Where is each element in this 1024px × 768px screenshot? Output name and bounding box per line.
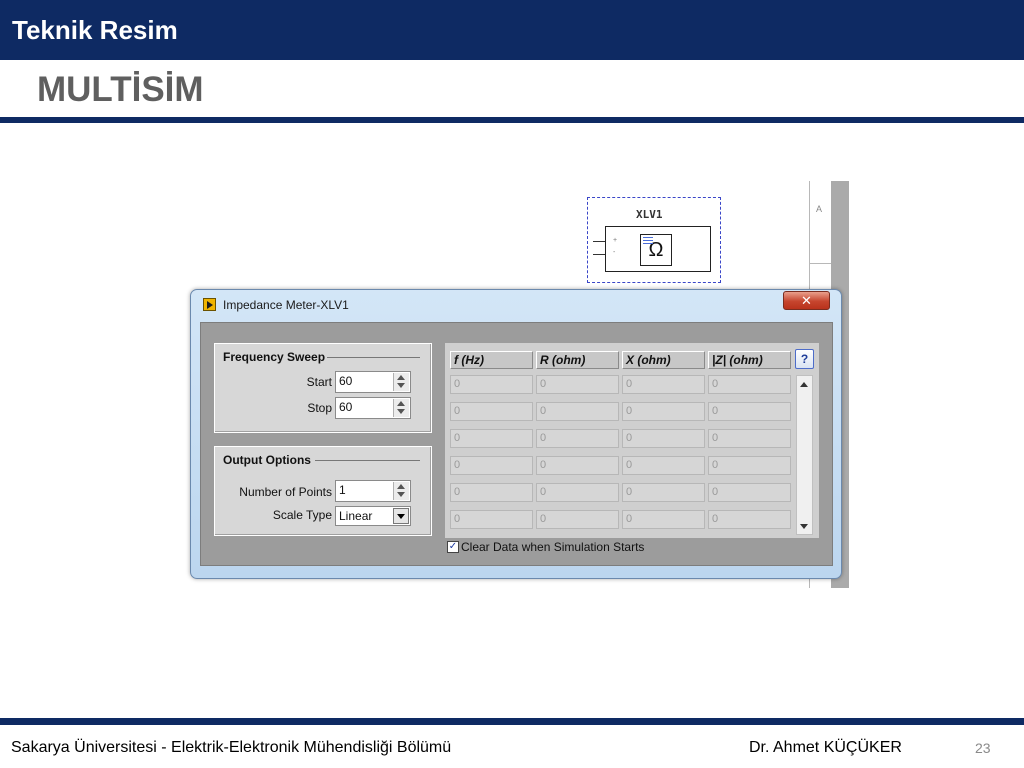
column-header-resistance: R (ohm) — [536, 351, 619, 369]
clear-data-checkbox[interactable]: ✓ — [447, 541, 459, 553]
frequency-sweep-group: Frequency Sweep Start 60 Stop 60 — [214, 343, 432, 433]
pin-minus-label: - — [613, 249, 616, 256]
column-header-impedance: |Z| (ohm) — [708, 351, 791, 369]
table-cell: 0 — [708, 375, 791, 394]
impedance-meter-icon: Ω — [640, 234, 672, 266]
table-cell: 0 — [450, 429, 533, 448]
table-scrollbar[interactable] — [796, 375, 813, 535]
scale-type-value: Linear — [339, 509, 373, 523]
spin-up-icon[interactable] — [397, 401, 405, 406]
footer-author: Dr. Ahmet KÜÇÜKER — [749, 739, 902, 756]
stop-label: Stop — [307, 401, 332, 415]
labview-app-icon — [203, 298, 216, 311]
pin-plus[interactable] — [593, 241, 605, 242]
heading-divider — [0, 117, 1024, 123]
group-divider — [315, 357, 420, 358]
instrument-label: XLV1 — [636, 208, 663, 221]
number-of-points-label: Number of Points — [239, 485, 332, 499]
column-header-reactance: X (ohm) — [622, 351, 705, 369]
table-cell: 0 — [708, 510, 791, 529]
sheet-border-tick — [809, 263, 831, 264]
table-cell: 0 — [450, 483, 533, 502]
footer-institution: Sakarya Üniversitesi - Elektrik-Elektron… — [11, 739, 452, 756]
table-cell: 0 — [622, 510, 705, 529]
stop-value: 60 — [339, 400, 353, 414]
points-spinner[interactable] — [393, 482, 409, 500]
spin-down-icon[interactable] — [397, 492, 405, 497]
start-spinner[interactable] — [393, 373, 409, 391]
table-cell: 0 — [536, 402, 619, 421]
results-table: f (Hz) R (ohm) X (ohm) |Z| (ohm) ? 0 0 0… — [445, 343, 819, 538]
dialog-client-area: Frequency Sweep Start 60 Stop 60 Output … — [200, 322, 833, 566]
scroll-down-icon[interactable] — [800, 524, 808, 529]
table-cell: 0 — [622, 429, 705, 448]
output-options-group: Output Options Number of Points 1 Scale … — [214, 446, 432, 536]
help-button[interactable]: ? — [795, 349, 814, 369]
table-cell: 0 — [708, 429, 791, 448]
table-cell: 0 — [536, 429, 619, 448]
pin-plus-label: + — [613, 237, 618, 244]
table-cell: 0 — [536, 456, 619, 475]
table-cell: 0 — [622, 456, 705, 475]
spin-up-icon[interactable] — [397, 484, 405, 489]
table-cell: 0 — [622, 375, 705, 394]
start-input[interactable]: 60 — [335, 371, 411, 393]
scroll-up-icon[interactable] — [800, 382, 808, 387]
footer-divider — [0, 718, 1024, 725]
clear-data-label[interactable]: Clear Data when Simulation Starts — [461, 540, 644, 554]
frequency-sweep-title: Frequency Sweep — [223, 350, 328, 364]
table-cell: 0 — [450, 375, 533, 394]
spin-up-icon[interactable] — [397, 375, 405, 380]
header-bar: Teknik Resim — [0, 0, 1024, 60]
table-cell: 0 — [450, 510, 533, 529]
stop-spinner[interactable] — [393, 399, 409, 417]
start-value: 60 — [339, 374, 353, 388]
table-cell: 0 — [450, 402, 533, 421]
table-cell: 0 — [708, 483, 791, 502]
table-cell: 0 — [622, 483, 705, 502]
table-cell: 0 — [708, 456, 791, 475]
spin-down-icon[interactable] — [397, 409, 405, 414]
close-button[interactable]: ✕ — [783, 291, 830, 310]
page-number: 23 — [975, 740, 991, 756]
spin-down-icon[interactable] — [397, 383, 405, 388]
impedance-meter-dialog: Impedance Meter-XLV1 ✕ Frequency Sweep S… — [190, 289, 842, 579]
pin-minus[interactable] — [593, 254, 605, 255]
multisim-screenshot: A XLV1 + - Ω Impedance Meter-XLV1 ✕ Freq… — [182, 181, 849, 588]
output-options-title: Output Options — [223, 453, 313, 467]
column-header-frequency: f (Hz) — [450, 351, 533, 369]
header-title: Teknik Resim — [12, 15, 178, 45]
dialog-title: Impedance Meter-XLV1 — [223, 298, 349, 312]
sheet-column-label: A — [816, 204, 823, 214]
slide-heading: MULTİSİM — [37, 70, 204, 109]
meter-display-icon — [643, 237, 653, 245]
chevron-down-icon[interactable] — [393, 508, 409, 524]
table-cell: 0 — [536, 375, 619, 394]
scale-type-select[interactable]: Linear — [335, 506, 411, 526]
table-cell: 0 — [536, 483, 619, 502]
number-of-points-input[interactable]: 1 — [335, 480, 411, 502]
number-of-points-value: 1 — [339, 483, 346, 497]
table-cell: 0 — [622, 402, 705, 421]
scale-type-label: Scale Type — [272, 508, 332, 522]
start-label: Start — [306, 375, 332, 389]
stop-input[interactable]: 60 — [335, 397, 411, 419]
table-cell: 0 — [708, 402, 791, 421]
group-divider — [315, 460, 420, 461]
table-cell: 0 — [536, 510, 619, 529]
table-cell: 0 — [450, 456, 533, 475]
